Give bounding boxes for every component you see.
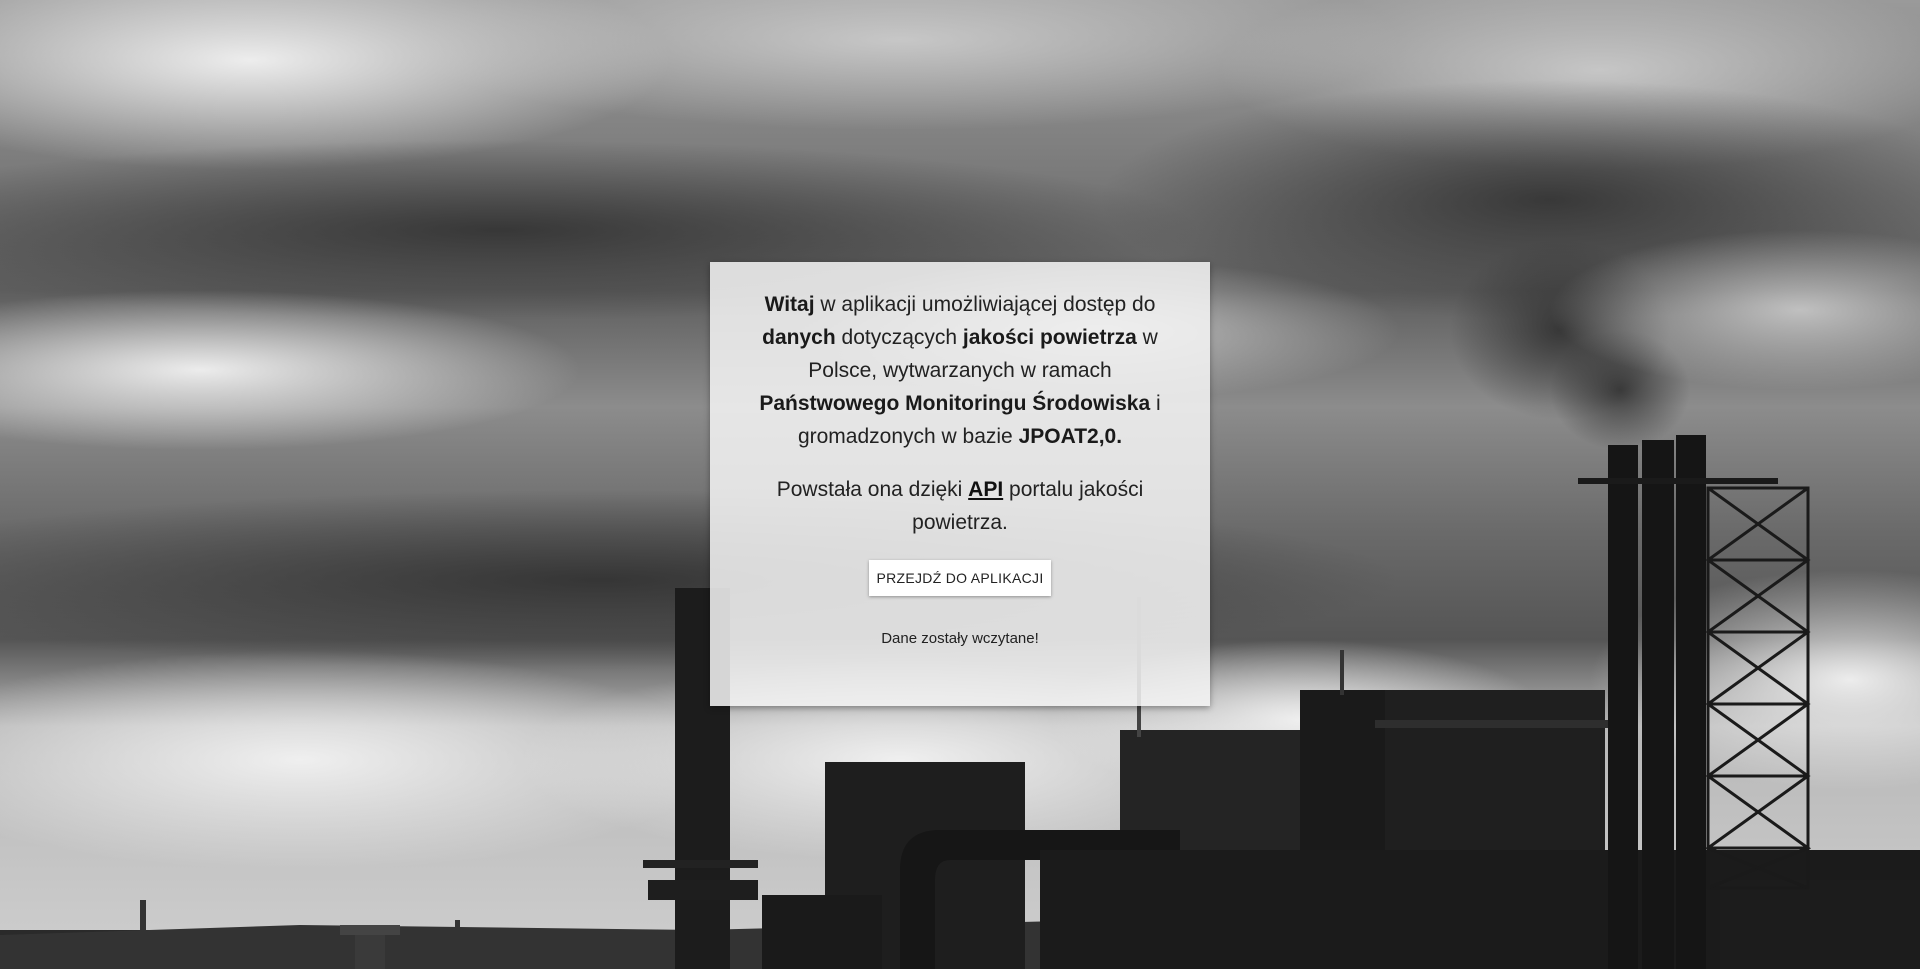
- actions: PRZEJDŹ DO APLIKACJI: [744, 560, 1176, 596]
- welcome-card: Witaj w aplikacji umożliwiającej dostęp …: [710, 262, 1210, 706]
- database-bold: JPOAT2,0.: [1018, 425, 1123, 448]
- greeting-bold: Witaj: [764, 293, 815, 316]
- data-bold: danych: [762, 326, 836, 349]
- welcome-text: Witaj w aplikacji umożliwiającej dostęp …: [744, 288, 1176, 453]
- monitoring-bold: Państwowego Monitoringu Środowiska: [759, 392, 1151, 415]
- welcome-text-part-1: w aplikacji umożliwiającej dostęp do: [814, 293, 1156, 316]
- welcome-text-part-2: dotyczących: [835, 326, 963, 349]
- go-to-app-button[interactable]: PRZEJDŹ DO APLIKACJI: [869, 560, 1051, 596]
- status-message: Dane zostały wczytane!: [881, 630, 1039, 647]
- origin-text: Powstała ona dzięki API portalu jakości …: [744, 473, 1176, 539]
- origin-text-before: Powstała ona dzięki: [776, 478, 969, 501]
- air-quality-bold: jakości powietrza: [962, 326, 1137, 349]
- api-link[interactable]: API: [968, 478, 1003, 501]
